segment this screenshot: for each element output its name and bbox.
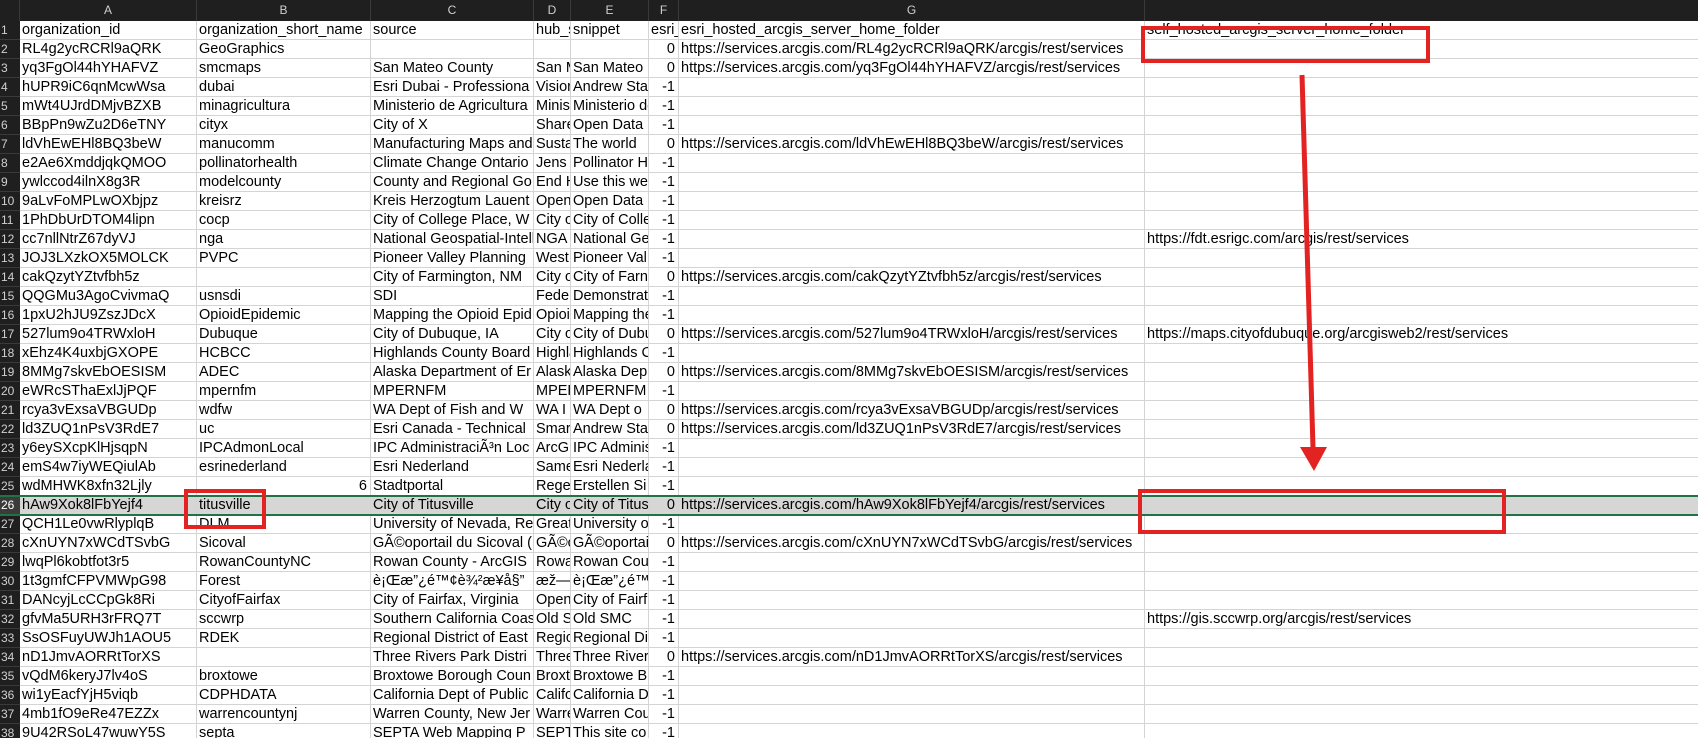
spreadsheet-grid[interactable]: ABCDEFG 1 organization_id organization_sho… [0,0,1698,738]
arrow-shaft [1299,74,1316,449]
arrow-head [1300,447,1327,471]
annotation-arrow [1299,74,1327,471]
